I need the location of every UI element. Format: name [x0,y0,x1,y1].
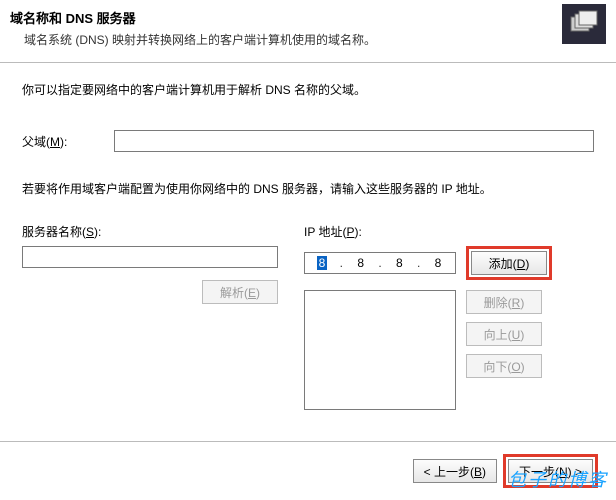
ip-octet-4[interactable]: 8 [427,256,449,270]
server-name-column: 服务器名称(S): 解析(E) [22,223,300,410]
resolve-button[interactable]: 解析(E) [202,280,278,304]
ip-octet-1[interactable]: 8 [311,256,333,270]
up-button[interactable]: 向上(U) [466,322,542,346]
parent-domain-label: 父域(M): [22,133,114,150]
ip-address-input[interactable]: 8 . 8 . 8 . 8 [304,252,456,274]
intro-text: 你可以指定要网络中的客户端计算机用于解析 DNS 名称的父域。 [22,81,594,98]
server-name-input[interactable] [22,246,278,268]
ip-octet-2[interactable]: 8 [350,256,372,270]
instruction-text: 若要将作用域客户端配置为使用你网络中的 DNS 服务器，请输入这些服务器的 IP… [22,180,594,197]
content-area: 你可以指定要网络中的客户端计算机用于解析 DNS 名称的父域。 父域(M): 若… [0,63,616,410]
ip-label: IP 地址(P): [304,223,594,240]
down-button[interactable]: 向下(O) [466,354,542,378]
header-text: 域名称和 DNS 服务器 域名系统 (DNS) 映射并转换网络上的客户端计算机使… [10,6,376,48]
server-name-label: 服务器名称(S): [22,223,300,240]
ip-listbox[interactable] [304,290,456,410]
ip-column: IP 地址(P): 8 . 8 . 8 . 8 添加(D) 删除(R [300,223,594,410]
folders-icon [562,4,606,44]
ip-octet-3[interactable]: 8 [388,256,410,270]
parent-domain-input[interactable] [114,130,594,152]
header: 域名称和 DNS 服务器 域名系统 (DNS) 映射并转换网络上的客户端计算机使… [0,0,616,48]
parent-domain-row: 父域(M): [22,130,594,152]
add-button[interactable]: 添加(D) [471,251,547,275]
back-button[interactable]: < 上一步(B) [413,459,497,483]
watermark-text: 包子的博客 [508,466,608,492]
remove-button[interactable]: 删除(R) [466,290,542,314]
page-title: 域名称和 DNS 服务器 [10,8,376,27]
list-buttons: 删除(R) 向上(U) 向下(O) [466,290,542,410]
add-button-highlight: 添加(D) [466,246,552,280]
page-subtitle: 域名系统 (DNS) 映射并转换网络上的客户端计算机使用的域名称。 [10,31,376,48]
